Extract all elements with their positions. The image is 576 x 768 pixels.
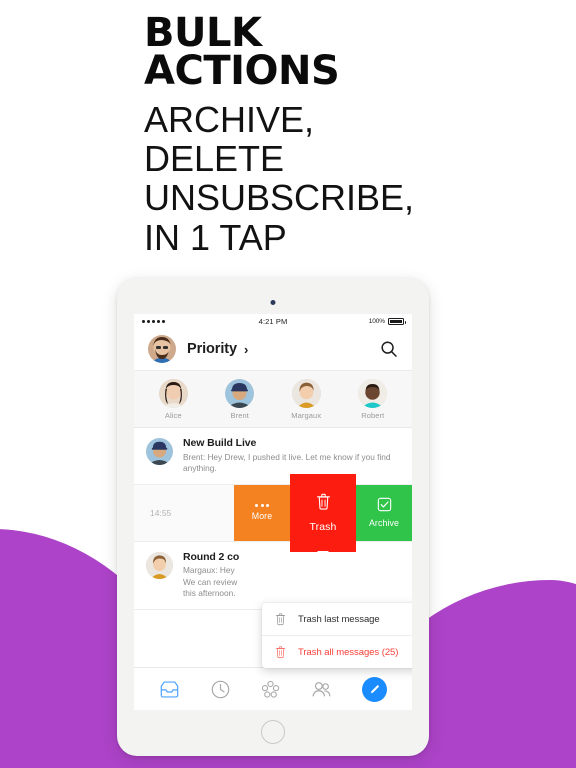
headline-bold-line-2: ACTIONS xyxy=(144,48,340,94)
avatar xyxy=(225,378,255,408)
mail-content: New Build Live Brent: Hey Drew, I pushed… xyxy=(183,437,400,474)
avatar xyxy=(291,378,321,408)
tab-inbox[interactable] xyxy=(159,679,180,700)
trash-dropdown-caret xyxy=(317,550,329,557)
mail-subject: Round 2 co xyxy=(183,550,240,563)
contact-name: Margaux xyxy=(291,410,322,420)
trash-button-label: Trash xyxy=(309,521,337,534)
archive-button[interactable]: Archive xyxy=(356,484,412,541)
front-camera-dot xyxy=(270,300,276,305)
swipe-actions-group: More Trash Archive xyxy=(234,473,412,557)
contact-item-brent[interactable]: Brent xyxy=(211,378,269,420)
mail-preview-line-1: Margaux: Hey xyxy=(183,565,235,576)
archive-check-icon xyxy=(377,497,392,514)
page-title[interactable]: Priority xyxy=(187,341,237,357)
archive-button-label: Archive xyxy=(368,518,400,529)
avatar xyxy=(158,378,188,408)
headline-light-line-4: IN 1 TAP xyxy=(144,216,287,258)
tab-bundles[interactable] xyxy=(260,679,281,700)
tab-compose[interactable] xyxy=(362,676,388,702)
headline-light-line-2: DELETE xyxy=(144,138,285,180)
headline-bold-line-1: BULK xyxy=(144,10,262,56)
swipe-action-row: 14:55 More Trash Archive xyxy=(134,473,412,557)
avatar[interactable] xyxy=(148,335,176,363)
trash-icon xyxy=(315,492,332,514)
tab-people[interactable] xyxy=(311,679,332,700)
tab-snooze[interactable] xyxy=(210,679,231,700)
headline-light-line-3: UNSUBSCRIBE, xyxy=(144,177,415,219)
more-button[interactable]: More xyxy=(234,484,290,541)
menu-item-label: Trash all messages (25) xyxy=(298,646,399,658)
more-button-label: More xyxy=(251,511,273,522)
contact-item-margaux[interactable]: Margaux xyxy=(277,378,335,420)
menu-item-label: Trash last message xyxy=(298,613,380,625)
contact-item-alice[interactable]: Alice xyxy=(144,378,202,420)
tablet-device-mockup: 4:21 PM 100% Priority › Alice Brent Marg… xyxy=(117,278,429,756)
people-icon xyxy=(312,681,331,696)
contact-item-robert[interactable]: Robert xyxy=(344,378,402,420)
menu-item-trash-all-messages[interactable]: Trash all messages (25) xyxy=(262,635,412,668)
contact-name: Robert xyxy=(361,410,385,420)
status-bar-time: 4:21 PM xyxy=(258,316,288,326)
headline-light-block: ARCHIVE, DELETE UNSUBSCRIBE, IN 1 TAP xyxy=(144,100,564,257)
mail-content: Round 2 co Margaux: Hey We can review th… xyxy=(183,551,400,599)
promo-headline: BULK ACTIONS ARCHIVE, DELETE UNSUBSCRIBE… xyxy=(144,10,564,257)
mail-preview-line-3: this afternoon. xyxy=(183,587,236,598)
menu-item-trash-last-message[interactable]: Trash last message xyxy=(262,603,412,635)
device-screen: 4:21 PM 100% Priority › Alice Brent Marg… xyxy=(134,314,412,710)
search-icon[interactable] xyxy=(380,340,398,358)
bundles-icon xyxy=(262,680,280,698)
chevron-right-icon[interactable]: › xyxy=(244,343,248,356)
trash-icon xyxy=(274,645,287,659)
mail-preview: Brent: Hey Drew, I pushed it live. Let m… xyxy=(183,451,391,473)
trash-dropdown-menu: Trash last message Trash all messages (2… xyxy=(262,603,412,668)
ellipsis-icon xyxy=(255,504,269,508)
mail-timestamp: 14:55 xyxy=(150,507,172,518)
battery-icon xyxy=(388,317,406,325)
trash-button[interactable]: Trash xyxy=(290,473,356,557)
contacts-strip: Alice Brent Margaux Robert xyxy=(134,371,412,428)
headline-light-line-1: ARCHIVE, xyxy=(144,99,315,140)
list-item[interactable]: New Build Live Brent: Hey Drew, I pushed… xyxy=(134,428,412,485)
app-header: Priority › xyxy=(134,328,412,371)
mail-preview-line-2: We can review xyxy=(183,576,238,587)
contact-name: Alice xyxy=(164,410,182,420)
avatar xyxy=(146,551,173,579)
mail-subject: New Build Live xyxy=(183,437,257,449)
inbox-icon xyxy=(160,680,179,698)
avatar xyxy=(358,378,388,408)
trash-icon xyxy=(274,612,287,626)
avatar xyxy=(146,438,173,465)
mail-list: New Build Live Brent: Hey Drew, I pushed… xyxy=(134,428,412,610)
compose-pencil-icon xyxy=(371,684,380,693)
clock-icon xyxy=(211,680,229,698)
contact-name: Brent xyxy=(230,410,249,420)
list-item[interactable]: Round 2 co Margaux: Hey We can review th… xyxy=(134,541,412,610)
status-bar: 4:21 PM 100% xyxy=(134,314,412,328)
home-button[interactable] xyxy=(261,720,285,744)
bottom-tab-bar xyxy=(134,667,412,710)
